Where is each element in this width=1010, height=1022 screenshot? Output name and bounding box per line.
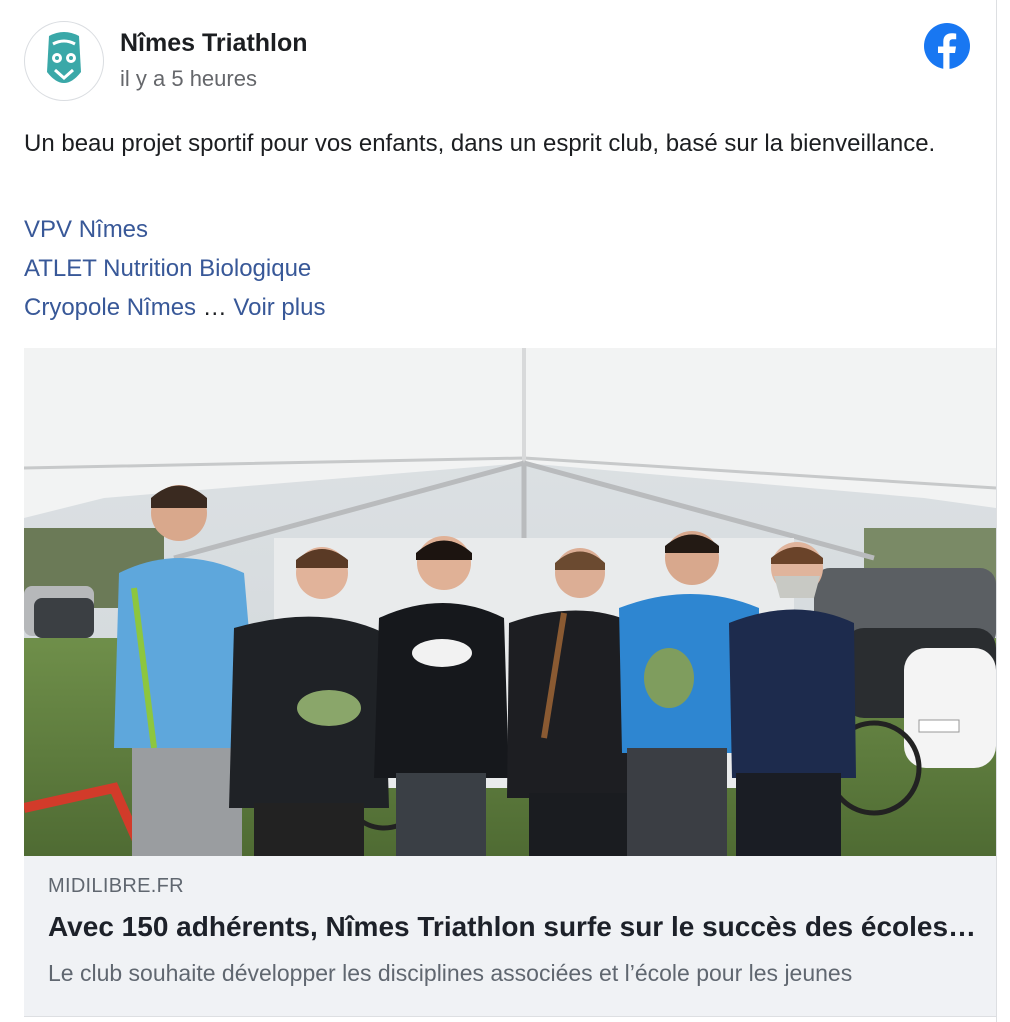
link-description: Le club souhaite développer les discipli… — [48, 960, 853, 986]
post-timestamp[interactable]: il y a 5 heures — [120, 66, 257, 92]
page-avatar[interactable] — [24, 21, 104, 101]
link-title[interactable]: Avec 150 adhérents, Nîmes Triathlon surf… — [48, 911, 978, 943]
link-preview[interactable]: MIDILIBRE.FR Avec 150 adhérents, Nîmes T… — [24, 856, 996, 1017]
facebook-icon[interactable] — [924, 23, 970, 69]
group-photo[interactable] — [24, 348, 996, 856]
nimes-triathlon-logo-icon — [47, 32, 81, 83]
tag-link-cryopole-nimes[interactable]: Cryopole Nîmes — [24, 294, 196, 321]
post-text: Un beau projet sportif pour vos enfants,… — [24, 130, 936, 157]
text-ellipsis: … — [196, 294, 234, 321]
tag-link-vpv-nimes[interactable]: VPV Nîmes — [24, 216, 148, 244]
page-name[interactable]: Nîmes Triathlon — [120, 29, 308, 58]
tags-line-3: Cryopole Nîmes … Voir plus — [24, 294, 325, 322]
post-card: Nîmes Triathlon il y a 5 heures Un beau … — [0, 0, 997, 1022]
link-domain: MIDILIBRE.FR — [48, 875, 184, 897]
see-more-link[interactable]: Voir plus — [233, 294, 325, 321]
tag-link-atlet-nutrition[interactable]: ATLET Nutrition Biologique — [24, 255, 311, 283]
